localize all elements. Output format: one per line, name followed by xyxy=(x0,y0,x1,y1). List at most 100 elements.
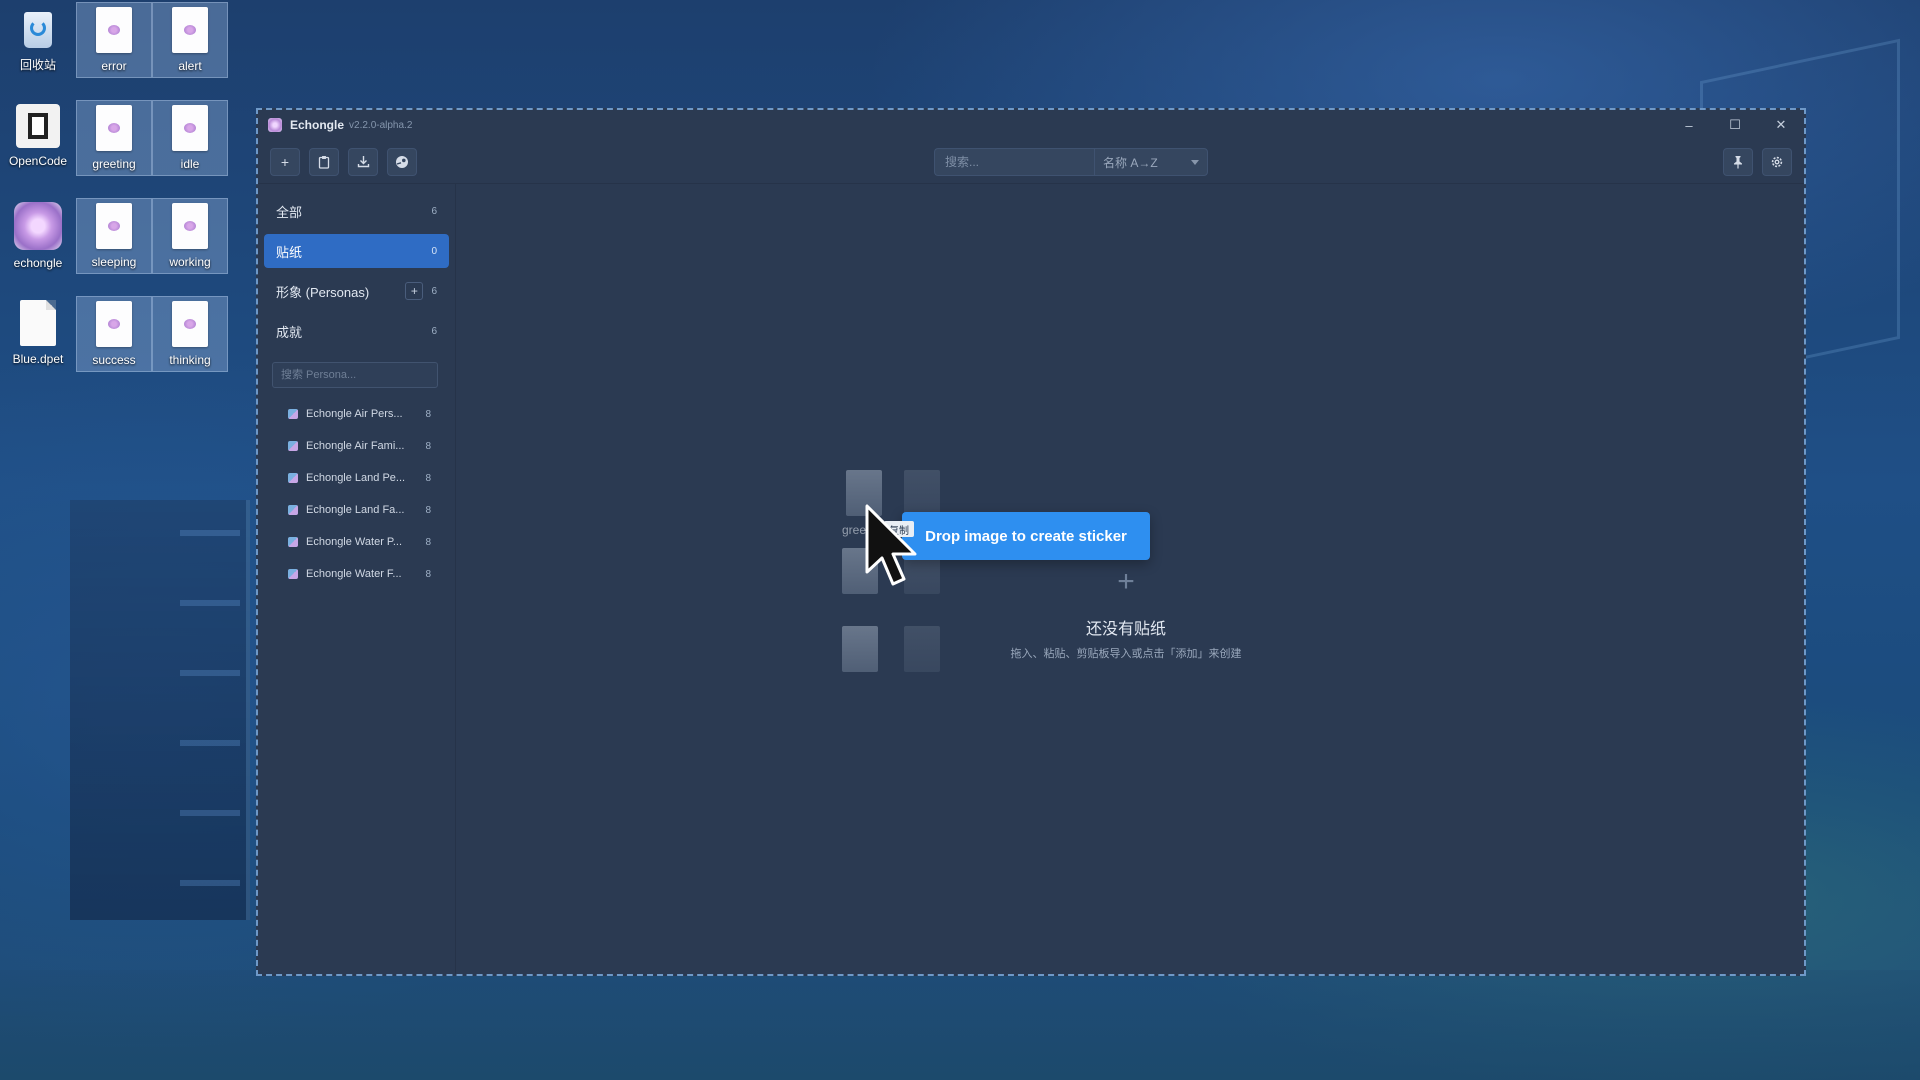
image-file-icon xyxy=(96,203,132,249)
desktop-icon-success[interactable]: success xyxy=(76,296,152,372)
search-sort-group: 名称 A→Z xyxy=(934,148,1208,176)
desktop-icon-label: Blue.dpet xyxy=(12,352,64,366)
persona-count: 8 xyxy=(425,440,431,452)
steam-button[interactable] xyxy=(387,147,417,176)
desktop-icon-greeting[interactable]: greeting xyxy=(76,100,152,176)
sidebar-item-count: 0 xyxy=(431,245,437,257)
maximize-icon: ☐ xyxy=(1729,117,1741,132)
persona-item[interactable]: Echongle Air Pers... 8 xyxy=(264,398,449,430)
maximize-button[interactable]: ☐ xyxy=(1712,110,1758,140)
mouse-cursor-icon xyxy=(865,504,917,586)
desktop-icon-working[interactable]: working xyxy=(152,198,228,274)
sidebar-item-stickers[interactable]: 贴纸 0 xyxy=(264,234,449,268)
chevron-down-icon xyxy=(1191,160,1199,165)
close-button[interactable]: ✕ xyxy=(1758,110,1804,140)
sidebar-item-label: 成就 xyxy=(276,324,303,340)
persona-label: Echongle Air Fami... xyxy=(306,440,405,452)
empty-state-subtitle: 拖入、粘贴、剪贴板导入或点击「添加」来创建 xyxy=(1010,648,1242,660)
app-version: v2.2.0-alpha.2 xyxy=(349,119,413,131)
image-file-icon xyxy=(172,7,208,53)
image-file-icon xyxy=(172,203,208,249)
sticker-drop-area[interactable]: greeting idle + 还没有贴纸 拖入、粘贴、剪贴板导入或点击「添加」… xyxy=(456,184,1804,974)
title-bar[interactable]: Echongle v2.2.0-alpha.2 – ☐ ✕ xyxy=(258,110,1804,140)
desktop-icon-label: error xyxy=(101,59,127,73)
sidebar-item-count: 6 xyxy=(431,285,437,297)
persona-icon xyxy=(288,569,298,579)
desktop-icon-label: working xyxy=(169,255,211,269)
empty-state-plus-icon: + xyxy=(1117,565,1135,598)
content-area: 全部 6 贴纸 0 形象 (Personas) + 6 成就 6 Echongl… xyxy=(258,184,1804,974)
sidebar-item-label: 贴纸 xyxy=(276,244,303,260)
desktop-icon-label: OpenCode xyxy=(8,154,68,168)
desktop-icon-label: idle xyxy=(180,157,200,171)
settings-button[interactable] xyxy=(1762,147,1792,176)
sidebar-item-achievements[interactable]: 成就 6 xyxy=(264,314,449,348)
desktop-icon-label: success xyxy=(92,353,136,367)
desktop-icon-sleeping[interactable]: sleeping xyxy=(76,198,152,274)
add-persona-button[interactable]: + xyxy=(405,282,424,300)
persona-item[interactable]: Echongle Water P... 8 xyxy=(264,526,449,558)
desktop-icon-alert[interactable]: alert xyxy=(152,2,228,78)
persona-item[interactable]: Echongle Land Fa... 8 xyxy=(264,494,449,526)
persona-count: 8 xyxy=(425,536,431,548)
echongle-app-icon xyxy=(14,202,62,250)
minimize-button[interactable]: – xyxy=(1666,110,1712,140)
desktop-icon-thinking[interactable]: thinking xyxy=(152,296,228,372)
toolbar: + 名称 A→Z xyxy=(258,140,1804,184)
desktop-wallpaper-bookshelf xyxy=(70,500,250,920)
desktop-icon-blue-dpet[interactable]: Blue.dpet xyxy=(0,296,76,372)
image-file-icon xyxy=(172,105,208,151)
persona-icon xyxy=(288,441,298,451)
paste-button[interactable] xyxy=(309,147,339,176)
persona-search-input[interactable] xyxy=(272,362,438,388)
import-button[interactable] xyxy=(348,147,378,176)
desktop-icon-label: alert xyxy=(178,59,202,73)
recycle-bin-icon xyxy=(20,6,56,50)
desktop-icon-recycle-bin[interactable]: 回收站 xyxy=(0,2,76,78)
sidebar-item-all[interactable]: 全部 6 xyxy=(264,194,449,228)
desktop-icon-idle[interactable]: idle xyxy=(152,100,228,176)
sidebar-item-label: 形象 (Personas) xyxy=(276,284,370,300)
image-file-icon xyxy=(96,7,132,53)
desktop-icon-label: sleeping xyxy=(91,255,137,269)
image-file-icon xyxy=(842,626,878,672)
sidebar: 全部 6 贴纸 0 形象 (Personas) + 6 成就 6 Echongl… xyxy=(258,184,456,974)
minimize-icon: – xyxy=(1685,117,1693,133)
sidebar-item-personas[interactable]: 形象 (Personas) + 6 xyxy=(264,274,449,308)
blank-file-icon xyxy=(20,300,56,346)
empty-state-title: 还没有贴纸 xyxy=(1085,621,1166,638)
gear-icon xyxy=(1771,156,1783,167)
pin-icon xyxy=(1734,155,1742,168)
persona-item[interactable]: Echongle Land Pe... 8 xyxy=(264,462,449,494)
sort-value: 名称 A→Z xyxy=(1103,155,1158,170)
persona-label: Echongle Land Fa... xyxy=(306,504,405,516)
sort-select[interactable]: 名称 A→Z xyxy=(1094,148,1208,176)
desktop-icon-opencode[interactable]: OpenCode xyxy=(0,100,76,176)
desktop-icon-error[interactable]: error xyxy=(76,2,152,78)
persona-count: 8 xyxy=(425,408,431,420)
search-input[interactable] xyxy=(934,148,1094,176)
desktop-icon-label: greeting xyxy=(92,157,136,171)
persona-count: 8 xyxy=(425,568,431,580)
plus-icon: + xyxy=(280,153,290,170)
sidebar-item-count: 6 xyxy=(431,205,437,217)
sidebar-item-label: 全部 xyxy=(276,204,303,220)
app-logo-icon xyxy=(268,118,282,132)
persona-count: 8 xyxy=(425,472,431,484)
desktop-icon-echongle[interactable]: echongle xyxy=(0,198,76,274)
desktop-icon-label: thinking xyxy=(169,353,211,367)
drag-ghost-tile xyxy=(842,626,878,672)
persona-icon xyxy=(288,505,298,515)
pin-button[interactable] xyxy=(1723,147,1753,176)
persona-label: Echongle Water P... xyxy=(306,536,402,548)
steam-icon xyxy=(396,155,408,168)
toolbar-right xyxy=(1714,147,1792,176)
window-controls: – ☐ ✕ xyxy=(1666,110,1804,140)
persona-icon xyxy=(288,473,298,483)
persona-icon xyxy=(288,537,298,547)
persona-item[interactable]: Echongle Water F... 8 xyxy=(264,558,449,590)
close-icon: ✕ xyxy=(1775,117,1787,132)
persona-label: Echongle Land Pe... xyxy=(306,472,406,484)
persona-item[interactable]: Echongle Air Fami... 8 xyxy=(264,430,449,462)
add-button[interactable]: + xyxy=(270,147,300,176)
